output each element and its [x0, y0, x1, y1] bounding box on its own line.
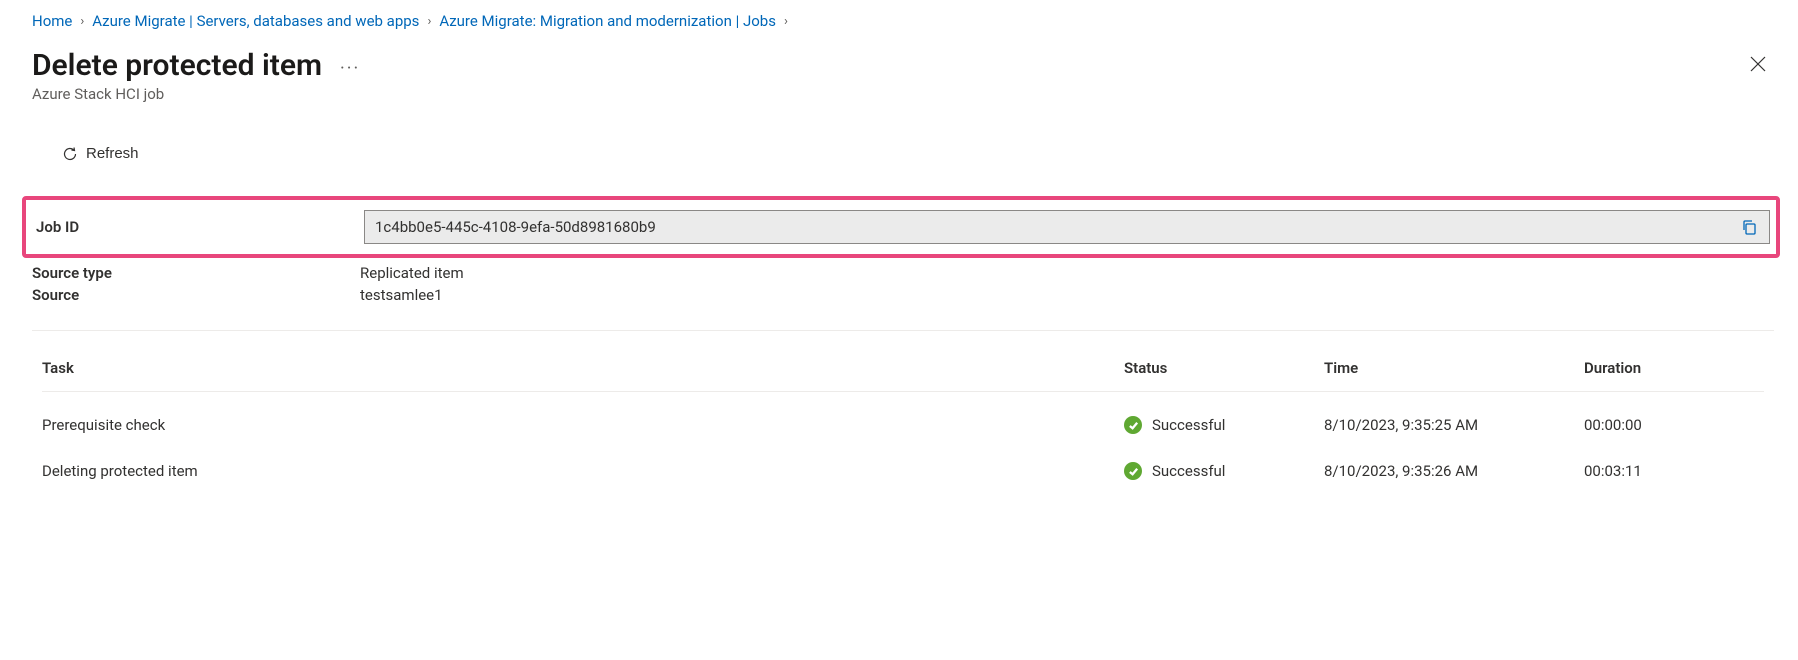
task-time: 8/10/2023, 9:35:26 AM: [1324, 462, 1584, 480]
page-subtitle: Azure Stack HCI job: [32, 85, 360, 103]
task-status: Successful: [1124, 462, 1324, 480]
copy-button[interactable]: [1735, 213, 1763, 241]
chevron-right-icon: ›: [80, 14, 84, 29]
status-text: Successful: [1152, 416, 1225, 434]
tasks-table: Task Status Time Duration Prerequisite c…: [32, 359, 1774, 494]
chevron-right-icon: ›: [427, 14, 431, 29]
close-icon: [1750, 56, 1766, 72]
breadcrumb-item-home[interactable]: Home: [32, 12, 72, 30]
col-duration: Duration: [1584, 359, 1764, 377]
more-actions-button[interactable]: ···: [340, 52, 360, 79]
task-time: 8/10/2023, 9:35:25 AM: [1324, 416, 1584, 434]
refresh-icon: [62, 146, 78, 162]
success-icon: [1124, 416, 1142, 434]
toolbar: Refresh: [32, 141, 1774, 166]
task-name: Deleting protected item: [42, 462, 1124, 480]
page-title: Delete protected item: [32, 48, 322, 83]
source-label: Source: [32, 286, 360, 304]
divider: [32, 330, 1774, 331]
copy-icon: [1741, 219, 1757, 235]
table-row: Prerequisite check Successful 8/10/2023,…: [42, 402, 1764, 448]
task-name: Prerequisite check: [42, 416, 1124, 434]
job-id-highlight: Job ID 1c4bb0e5-445c-4108-9efa-50d898168…: [22, 196, 1780, 258]
refresh-button[interactable]: Refresh: [60, 141, 141, 166]
success-icon: [1124, 462, 1142, 480]
breadcrumb-item-azure-migrate[interactable]: Azure Migrate | Servers, databases and w…: [92, 12, 419, 30]
job-id-value: 1c4bb0e5-445c-4108-9efa-50d8981680b9: [375, 218, 1735, 236]
breadcrumb-item-jobs[interactable]: Azure Migrate: Migration and modernizati…: [439, 12, 776, 30]
col-time: Time: [1324, 359, 1584, 377]
task-duration: 00:03:11: [1584, 462, 1764, 480]
status-text: Successful: [1152, 462, 1225, 480]
chevron-right-icon: ›: [784, 14, 788, 29]
table-row: Deleting protected item Successful 8/10/…: [42, 448, 1764, 494]
breadcrumb: Home › Azure Migrate | Servers, database…: [32, 12, 1774, 30]
close-button[interactable]: [1742, 48, 1774, 80]
task-duration: 00:00:00: [1584, 416, 1764, 434]
col-task: Task: [42, 359, 1124, 377]
col-status: Status: [1124, 359, 1324, 377]
task-status: Successful: [1124, 416, 1324, 434]
table-header: Task Status Time Duration: [42, 359, 1764, 392]
job-id-field[interactable]: 1c4bb0e5-445c-4108-9efa-50d8981680b9: [364, 210, 1770, 244]
refresh-label: Refresh: [86, 145, 139, 162]
source-type-label: Source type: [32, 264, 360, 282]
source-value: testsamlee1: [360, 286, 443, 304]
source-type-value: Replicated item: [360, 264, 464, 282]
job-id-label: Job ID: [36, 218, 364, 236]
